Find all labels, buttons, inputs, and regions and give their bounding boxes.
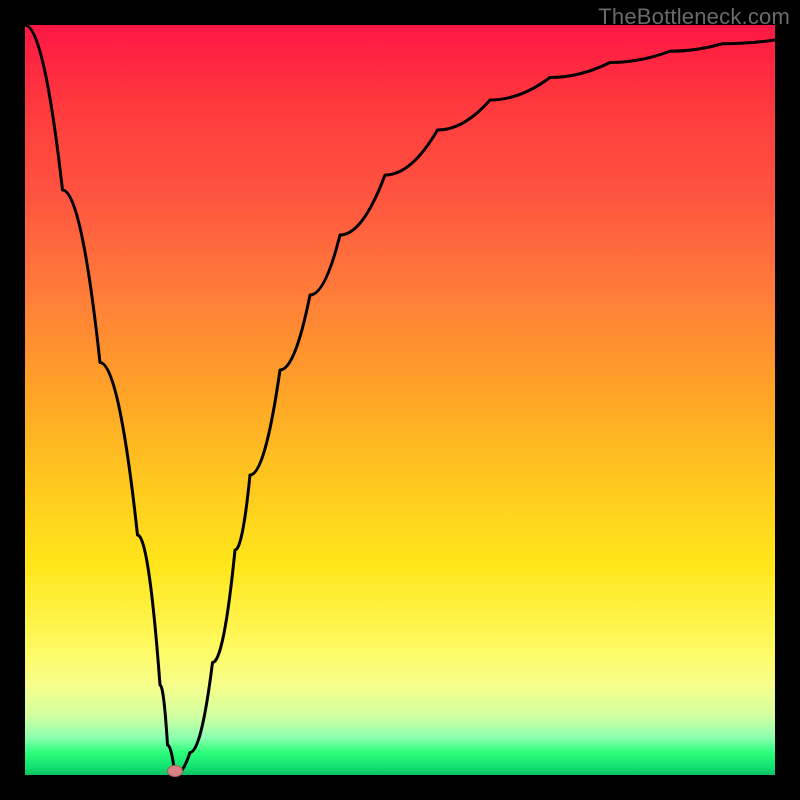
chart-canvas: [25, 25, 775, 775]
optimum-marker: [167, 765, 183, 777]
watermark-text: TheBottleneck.com: [598, 4, 790, 30]
bottleneck-curve: [25, 25, 775, 775]
watermark-label: TheBottleneck.com: [598, 4, 790, 29]
curve-svg: [25, 25, 775, 775]
